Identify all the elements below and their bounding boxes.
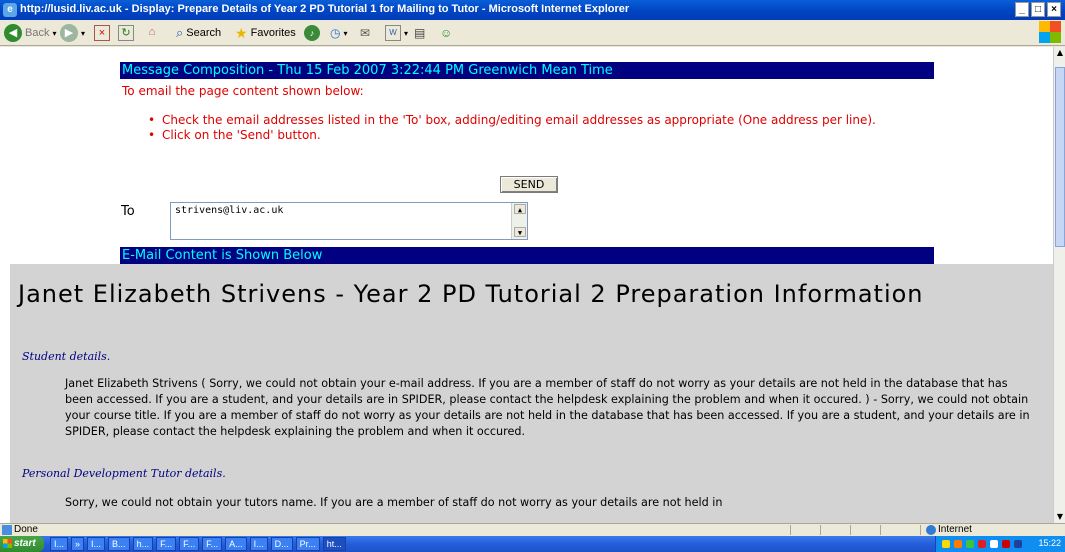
student-details-heading: Student details. <box>22 350 111 363</box>
status-divider <box>880 525 881 535</box>
tutor-details-heading: Personal Development Tutor details. <box>22 467 226 480</box>
back-arrow-icon: ◀ <box>4 24 22 42</box>
page-done-icon <box>2 525 12 535</box>
favorites-label: Favorites <box>250 27 296 39</box>
email-content-header: E-Mail Content is Shown Below <box>120 247 934 264</box>
home-icon: ⌂ <box>148 26 156 38</box>
chevron-down-icon: ▾ <box>81 28 86 38</box>
to-label: To <box>121 204 135 219</box>
instruction-item: Click on the 'Send' button. <box>148 128 928 143</box>
chevron-down-icon: ▾ <box>343 28 348 38</box>
tray-icon[interactable] <box>954 540 962 548</box>
stop-button[interactable]: × <box>94 24 110 42</box>
mail-icon: ✉ <box>360 26 371 40</box>
forward-arrow-icon: ▶ <box>60 24 78 42</box>
scrollbar-thumb[interactable] <box>1055 67 1065 247</box>
scroll-down-icon[interactable]: ▼ <box>1055 511 1065 523</box>
to-address-value: strivens@liv.ac.uk <box>175 205 284 216</box>
ie-logo-icon: e <box>3 3 17 17</box>
favorites-button[interactable]: ★ Favorites <box>235 24 296 42</box>
system-tray: 15:22 <box>935 536 1065 552</box>
close-button[interactable]: × <box>1047 2 1061 17</box>
taskbar-item[interactable]: I... <box>50 537 69 551</box>
start-button[interactable]: start <box>0 536 44 552</box>
edit-button[interactable]: W ▾ <box>385 24 408 42</box>
taskbar-item[interactable]: h... <box>132 537 154 551</box>
page-scrollbar[interactable]: ▲ ▼ <box>1053 47 1065 523</box>
status-divider <box>790 525 791 535</box>
scroll-up-icon[interactable]: ▲ <box>1055 47 1065 59</box>
page-content: Message Composition - Thu 15 Feb 2007 3:… <box>0 47 1053 523</box>
media-icon: ♪ <box>304 25 320 41</box>
content-title: Janet Elizabeth Strivens - Year 2 PD Tut… <box>18 280 924 308</box>
messenger-icon: ☺ <box>440 26 453 40</box>
search-label: Search <box>186 27 222 39</box>
internet-zone-icon <box>926 525 936 535</box>
window-title: http://lusid.liv.ac.uk - Display: Prepar… <box>20 3 630 15</box>
back-button[interactable]: ◀ Back ▾ <box>4 24 56 42</box>
search-button[interactable]: ⌕ Search <box>176 24 221 42</box>
tray-icon[interactable] <box>1014 540 1022 548</box>
mail-button[interactable]: ✉ <box>360 24 370 42</box>
send-button[interactable]: SEND <box>500 176 558 193</box>
status-text: Done <box>14 524 38 535</box>
status-bar: Done Internet <box>0 523 1065 535</box>
media-button[interactable]: ♪ <box>304 24 320 42</box>
discuss-button[interactable]: ▤ <box>414 24 425 42</box>
message-composition-header: Message Composition - Thu 15 Feb 2007 3:… <box>120 62 934 79</box>
taskbar-item[interactable]: F... <box>179 537 200 551</box>
clock: 15:22 <box>1038 538 1061 548</box>
taskbar-item[interactable]: D... <box>270 537 293 551</box>
chevron-down-icon: ▾ <box>52 28 57 38</box>
taskbar-item[interactable]: B... <box>108 537 130 551</box>
taskbar-overflow[interactable]: » <box>71 537 85 551</box>
messenger-button[interactable]: ☺ <box>440 24 452 42</box>
browser-toolbar: ◀ Back ▾ ▶ ▾ × ↻ ⌂ ⌕ Search ★ Favorites … <box>0 20 1065 46</box>
taskbar-item[interactable]: F... <box>202 537 223 551</box>
taskbar-item[interactable]: F... <box>156 537 177 551</box>
tray-icon[interactable] <box>942 540 950 548</box>
back-label: Back <box>25 27 50 39</box>
home-button[interactable]: ⌂ <box>144 24 160 42</box>
history-button[interactable]: ◷ ▾ <box>330 24 348 42</box>
instruction-list: Check the email addresses listed in the … <box>148 113 928 143</box>
to-address-textarea[interactable]: strivens@liv.ac.uk ▲ ▼ <box>170 202 528 240</box>
taskbar-item[interactable]: I... <box>249 537 268 551</box>
star-icon: ★ <box>235 24 248 41</box>
tutor-details-text: Sorry, we could not obtain your tutors n… <box>65 496 723 509</box>
security-zone: Internet <box>938 524 972 535</box>
word-icon: W <box>385 25 401 41</box>
tray-icon[interactable] <box>978 540 986 548</box>
history-icon: ◷ <box>330 26 341 40</box>
minimize-button[interactable]: _ <box>1015 2 1029 17</box>
discuss-icon: ▤ <box>414 26 426 40</box>
forward-button[interactable]: ▶ ▾ <box>60 24 85 42</box>
student-details-text: Janet Elizabeth Strivens ( Sorry, we cou… <box>65 377 1030 438</box>
taskbar-item[interactable]: A... <box>225 537 247 551</box>
status-divider <box>920 525 921 535</box>
taskbar-item[interactable]: Pr... <box>295 537 320 551</box>
tray-icon[interactable] <box>990 540 998 548</box>
window-title-bar[interactable]: e http://lusid.liv.ac.uk - Display: Prep… <box>0 0 1065 20</box>
refresh-button[interactable]: ↻ <box>118 24 134 42</box>
instruction-item: Check the email addresses listed in the … <box>148 113 928 128</box>
taskbar: start I... » I... B... h... F... F... F.… <box>0 536 1065 552</box>
maximize-button[interactable]: □ <box>1031 2 1045 17</box>
textarea-scrollbar[interactable]: ▲ ▼ <box>511 203 527 239</box>
instruction-intro: To email the page content shown below: <box>122 84 364 98</box>
windows-logo-icon <box>1039 21 1061 43</box>
refresh-icon: ↻ <box>118 25 134 41</box>
scroll-up-icon[interactable]: ▲ <box>514 204 526 214</box>
status-divider <box>850 525 851 535</box>
search-icon: ⌕ <box>176 25 184 40</box>
taskbar-item[interactable]: I... <box>87 537 106 551</box>
tray-icon[interactable] <box>966 540 974 548</box>
tray-icon[interactable] <box>1002 540 1010 548</box>
stop-icon: × <box>94 25 110 41</box>
scroll-down-icon[interactable]: ▼ <box>514 227 526 237</box>
taskbar-item-active[interactable]: ht... <box>322 537 346 551</box>
taskbar-items: I... » I... B... h... F... F... F... A..… <box>50 537 346 551</box>
status-divider <box>820 525 821 535</box>
chevron-down-icon: ▾ <box>404 28 409 38</box>
